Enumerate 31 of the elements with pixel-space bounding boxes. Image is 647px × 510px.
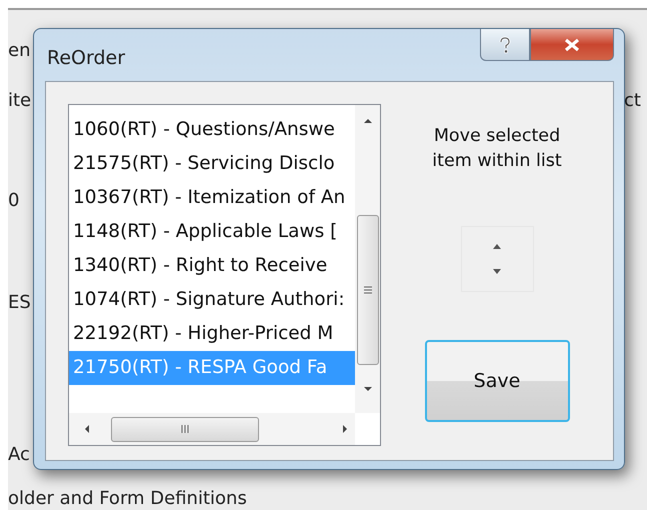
scrollbar-thumb[interactable] xyxy=(356,215,378,365)
list-item[interactable]: 1060(RT) - Questions/Answe xyxy=(69,113,355,147)
save-button[interactable]: Save xyxy=(424,340,570,422)
list-item[interactable]: 22192(RT) - Higher-Priced M xyxy=(69,317,355,351)
list-item[interactable]: 21575(RT) - Servicing Disclo xyxy=(69,147,355,181)
scroll-down-icon[interactable] xyxy=(362,385,374,393)
help-button[interactable] xyxy=(480,29,530,61)
background-text: Ac xyxy=(8,444,30,465)
list-item[interactable]: 1148(RT) - Applicable Laws [ xyxy=(69,215,355,249)
background-text: older and Form Definitions xyxy=(8,488,247,509)
list-item[interactable]: 10367(RT) - Itemization of An xyxy=(69,181,355,215)
scroll-left-icon[interactable] xyxy=(83,423,91,435)
background-text: ite xyxy=(8,90,32,111)
vertical-scrollbar[interactable] xyxy=(355,105,380,413)
list-item[interactable]: 1074(RT) - Signature Authori: xyxy=(69,283,355,317)
background-text: ct xyxy=(624,90,641,111)
scroll-right-icon[interactable] xyxy=(341,423,349,435)
instruction-text: Move selected item within list xyxy=(431,125,563,173)
scroll-up-icon[interactable] xyxy=(362,117,374,125)
background-text: 0 xyxy=(8,190,20,211)
move-down-icon[interactable] xyxy=(490,268,504,276)
horizontal-scrollbar[interactable] xyxy=(69,413,355,445)
question-mark-icon xyxy=(497,36,513,54)
close-icon xyxy=(563,38,581,52)
window-title: ReOrder xyxy=(47,47,126,69)
background-text: ES xyxy=(8,292,31,313)
close-button[interactable] xyxy=(530,29,614,61)
list-item[interactable]: 1340(RT) - Right to Receive xyxy=(69,249,355,283)
scrollbar-thumb[interactable] xyxy=(111,416,259,442)
background-text: en xyxy=(8,40,30,61)
move-up-icon[interactable] xyxy=(490,242,504,250)
